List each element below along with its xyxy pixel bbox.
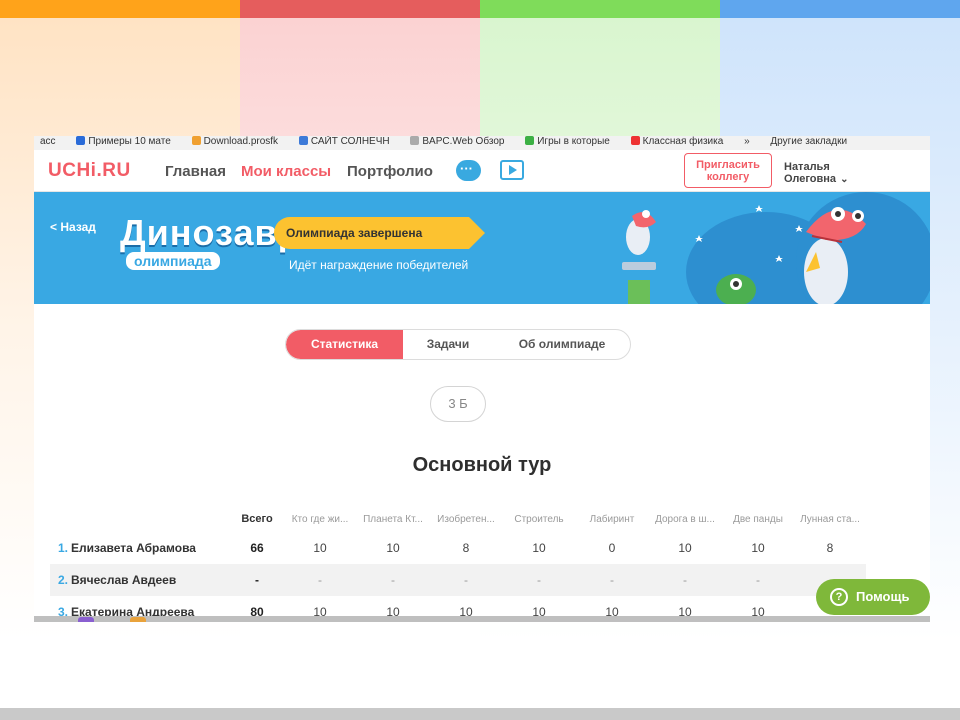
user-first-name: Наталья <box>784 161 830 173</box>
tab-tasks[interactable]: Задачи <box>403 330 493 359</box>
bookmarks-overflow[interactable]: » <box>744 136 750 148</box>
bookmark-item[interactable]: асс <box>40 136 56 148</box>
user-last-name: Олеговна ⌄ <box>784 173 849 185</box>
column-header-task[interactable]: Две панды <box>722 514 794 525</box>
column-header-task[interactable]: Дорога в ш... <box>649 514 721 525</box>
nav-classes-link[interactable]: Мои классы <box>241 163 331 180</box>
bookmark-icon <box>76 136 86 145</box>
slide-bottom-bar <box>0 708 960 720</box>
bookmark-item[interactable]: Классная физика <box>630 136 723 148</box>
question-icon: ? <box>830 588 848 606</box>
score-cell: 10 <box>386 541 400 555</box>
browser-screenshot: асс Примеры 10 мате Download.prosfk САЙТ… <box>34 136 930 622</box>
olympiad-tabs: Статистика Задачи Об олимпиаде <box>285 329 631 360</box>
column-header-total: Всего <box>241 513 273 525</box>
help-button[interactable]: ? Помощь <box>816 579 930 615</box>
student-name[interactable]: 2. Вячеслав Авдеев <box>58 573 176 587</box>
nav-home-link[interactable]: Главная <box>165 163 226 180</box>
nav-portfolio-link[interactable]: Портфолио <box>347 163 433 180</box>
taskbar-app-icon[interactable] <box>130 617 146 622</box>
score-cell: - <box>610 573 614 587</box>
score-cell: 0 <box>608 541 616 555</box>
slide-stripe-green <box>480 0 720 18</box>
score-cell: 8 <box>462 541 470 555</box>
taskbar-app-icon[interactable] <box>78 617 94 622</box>
chat-icon[interactable] <box>456 160 481 181</box>
column-header-task[interactable]: Лунная ста... <box>794 514 866 525</box>
video-icon[interactable] <box>500 160 524 180</box>
bookmark-item[interactable]: Download.prosfk <box>191 136 278 148</box>
score-cell: - <box>537 573 541 587</box>
bookmark-item[interactable]: Примеры 10 мате <box>76 136 171 148</box>
score-cell: 10 <box>313 541 327 555</box>
bookmark-icon <box>630 136 640 145</box>
round-title: Основной тур <box>412 454 552 476</box>
bookmark-icon <box>298 136 308 145</box>
status-flag: Олимпиада завершена <box>274 217 485 249</box>
tab-about[interactable]: Об олимпиаде <box>493 330 630 359</box>
bookmark-icon <box>410 136 420 145</box>
score-cell: - <box>318 573 322 587</box>
chevron-down-icon: ⌄ <box>840 174 849 185</box>
column-header-task[interactable]: Строитель <box>503 514 575 525</box>
olympiad-logo-subtitle: олимпиада <box>126 252 220 270</box>
column-header-task[interactable]: Кто где жи... <box>284 514 356 525</box>
score-total: 66 <box>250 541 264 555</box>
bookmark-icon <box>525 136 535 145</box>
bookmark-item[interactable]: САЙТ СОЛНЕЧН <box>298 136 390 148</box>
dinosaur-illustration <box>622 192 930 304</box>
help-label: Помощь <box>856 589 910 604</box>
os-taskbar <box>34 616 930 622</box>
column-header-task[interactable]: Изобретен... <box>430 514 502 525</box>
score-cell: - <box>464 573 468 587</box>
bookmarks-bar: асс Примеры 10 мате Download.prosfk САЙТ… <box>34 136 930 150</box>
score-total: - <box>255 573 259 587</box>
slide-stripe-orange <box>0 0 240 18</box>
slide-stripe-red <box>240 0 480 18</box>
uchi-logo[interactable]: UCHi.RU <box>48 160 131 182</box>
tab-statistics[interactable]: Статистика <box>286 330 403 359</box>
status-subtitle: Идёт награждение победителей <box>289 258 469 272</box>
score-cell: 10 <box>751 541 765 555</box>
bookmark-item[interactable]: BAPC.Web Обзор <box>410 136 504 148</box>
bookmark-icon <box>191 136 201 145</box>
slide-stripe-blue <box>720 0 960 18</box>
presentation-slide: асс Примеры 10 мате Download.prosfk САЙТ… <box>0 0 960 720</box>
score-cell: 10 <box>532 541 546 555</box>
site-navbar: UCHi.RU Главная Мои классы Портфолио При… <box>34 150 930 192</box>
invite-colleague-button[interactable]: Пригласить коллегу <box>684 153 772 188</box>
student-name[interactable]: 1. Елизавета Абрамова <box>58 541 196 555</box>
column-header-task[interactable]: Планета Кт... <box>357 514 429 525</box>
score-cell: 10 <box>678 541 692 555</box>
score-cell: - <box>391 573 395 587</box>
back-link[interactable]: < Назад <box>50 220 96 234</box>
table-row[interactable]: 1. Елизавета Абрамова 66 10 10 8 10 0 10 … <box>50 532 866 564</box>
score-cell: - <box>683 573 687 587</box>
bookmark-item[interactable]: Игры в которые <box>525 136 610 148</box>
olympiad-banner: < Назад Динозавры олимпиада Олимпиада за… <box>34 192 930 304</box>
table-header: Всего Кто где жи... Планета Кт... Изобре… <box>50 510 866 530</box>
user-menu[interactable]: Наталья Олеговна ⌄ <box>784 161 848 186</box>
table-row[interactable]: 2. Вячеслав Авдеев - - - - - - - - <box>50 564 866 596</box>
score-cell: - <box>756 573 760 587</box>
other-bookmarks[interactable]: Другие закладки <box>770 136 847 148</box>
column-header-task[interactable]: Лабиринт <box>576 514 648 525</box>
score-cell: 8 <box>826 541 834 555</box>
class-selector[interactable]: 3 Б <box>430 386 486 422</box>
